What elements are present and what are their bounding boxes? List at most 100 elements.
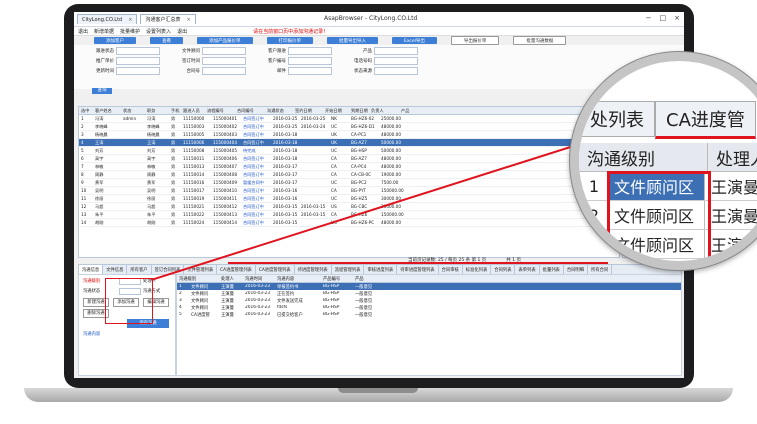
list-item[interactable]: 2 文件顾问 王演曼 2016-03-23 正在签约 BG-HSP 一般意见 [177,290,681,297]
form-input[interactable] [116,47,160,55]
table-cell: 2016-03-16 [273,188,298,193]
form-input[interactable] [374,67,418,75]
form-input[interactable] [374,57,418,65]
table-row[interactable]: 9 黄军 黄军 男 11150016 115000409 暂缓合同中 2016-03-17 UC… [79,179,619,187]
bottom-tab[interactable]: 所有合同 [588,265,613,274]
form-input[interactable] [116,57,160,65]
toolbar-side-button[interactable]: 导出报价单 [450,36,500,45]
column-header[interactable]: 处理人 [219,276,243,282]
column-header[interactable]: 到期日期 [349,108,369,114]
menu-item[interactable]: 退出 [78,28,88,35]
table-row[interactable]: 10 吴明 吴明 男 11150017 115000410 合同签订中 2016-03-16 C… [79,187,619,195]
table-row[interactable]: 2 李晓峰 李晓峰 男 11150003 115000402 合同签订中 2016-03-25… [79,123,619,131]
column-header[interactable]: 负责人 [369,108,399,114]
form-input[interactable] [116,67,160,75]
column-header[interactable]: 职务 [145,108,169,114]
browser-tab-active[interactable]: 沟通客户汇总表 × [140,14,196,24]
form-input[interactable] [288,47,332,55]
table-row[interactable]: 11 徐丽 徐丽 男 11150019 115000411 合同签订中 2016-03-16 U… [79,195,619,203]
bottom-tab[interactable]: CA进度管理列表 [256,265,295,274]
table-row[interactable]: 1 冯涛 admin 冯涛 男 11150000 115000401 合同签订中 2016-03… [79,115,619,123]
toolbar-button[interactable]: Excel导出 [392,37,437,44]
column-header[interactable]: 状态 [121,108,145,114]
table-row[interactable]: 14胡刚胡刚男11150024115000414合同签订中2016-03-15U… [79,219,619,227]
column-header[interactable]: 选中 [79,108,93,114]
menu-item[interactable]: 设置列表入 [146,28,171,35]
table-cell: 115000404 [213,140,237,145]
list-cell: 1 [179,284,182,289]
column-header[interactable]: 开始日期 [323,108,349,114]
form-input[interactable] [202,67,246,75]
table-cell: 48000.00 [381,164,401,169]
bottom-tab[interactable]: 批量列表 [540,265,564,274]
table-row[interactable]: 5 刘芳 刘芳 男 11150008 115000405 待完成 2016-03-18 UC BG… [79,147,619,155]
toolbar-side-button[interactable]: 批量沟通数据 [513,36,567,45]
column-header[interactable]: 跟进人员 [181,108,205,114]
form-input[interactable] [374,47,418,55]
close-icon[interactable]: × [128,17,132,23]
browser-tab[interactable]: CityLong.CO.Ltd × [77,14,138,24]
bottom-tab[interactable]: 合同审核 [439,265,463,274]
form-input[interactable] [202,47,246,55]
form-input[interactable] [202,57,246,65]
column-header[interactable]: 沟通内容 [275,276,321,282]
menu-item[interactable]: 新增单据 [94,28,114,35]
bottom-tab[interactable]: 待审进度管理列表 [397,265,439,274]
table-cell: BG-HZ5 [351,196,368,201]
table-row[interactable]: 12 马超 马超 男 11150021 115000412 合同签订中 2016-03-15 2… [79,203,619,211]
column-header[interactable]: 合同编号 [235,108,265,114]
column-header[interactable]: 沟通级别 [177,276,219,282]
toolbar-button[interactable]: 批量导出导入 [327,37,378,44]
list-item[interactable]: 4 文件顾问 王演曼 2016-03-23 fdsfs BG-HSP 一般意见 [177,304,681,311]
table-row[interactable]: 7 林敏 林敏 男 11150013 115000407 合同签订中 2016-03-17 CA… [79,163,619,171]
table-cell: 2016-03-25 [273,116,298,121]
magnified-highlight [607,171,711,261]
column-header[interactable]: 手机 [169,108,181,114]
table-cell: 115000408 [213,172,237,177]
list-cell: BG-HSP [323,298,340,303]
search-button[interactable]: 查询 [92,88,112,94]
bottom-tab[interactable]: 待进度管理列表 [295,265,332,274]
bottom-tab[interactable]: 所有客户 [127,265,152,274]
bottom-tab[interactable]: CA进度管理列表 [217,265,256,274]
list-cell: 一般意见 [355,312,373,318]
column-header[interactable]: 产品 [353,276,385,282]
bottom-tab[interactable]: 合同明细 [564,265,589,274]
column-header[interactable]: 沟通状态 [265,108,293,114]
toolbar-button[interactable]: 打印报价单 [266,37,313,44]
table-row[interactable]: 4 王涛 王涛 男 11150006 115000404 合同签订中 2016-03-18 UK… [79,139,619,147]
toolbar-button[interactable]: 添加产品报价单 [197,37,253,44]
bottom-tab[interactable]: 流程管理列表 [332,265,365,274]
list-item[interactable]: 3 文件顾问 王演曼 2016-03-23 文件发送完成 BG-HSP 一般意见 [177,297,681,304]
menu-item[interactable]: 退出 [177,28,187,35]
close-icon[interactable]: × [674,14,680,22]
column-header[interactable]: 产品编号 [321,276,353,282]
maximize-icon[interactable]: □ [660,14,667,22]
minimize-icon[interactable]: − [646,14,652,22]
toolbar-button[interactable]: 查看 [150,37,183,44]
toolbar-button[interactable]: 添加客户 [94,37,136,44]
list-cell: 2016-03-23 [245,312,270,317]
bottom-tab[interactable]: 审核进度列表 [364,265,398,274]
column-header[interactable]: 签约日期 [293,108,323,114]
bottom-tab[interactable]: 沟通信息 [79,265,104,274]
bottom-tab[interactable]: 文件信息 [103,265,128,274]
list-item[interactable]: 1 文件顾问 王演曼 2016-03-23 举报签约书 BG-HSP 一般意见 [177,283,681,290]
column-header[interactable]: 流程编号 [205,108,235,114]
table-row[interactable]: 3 杨晓晨 杨晓晨 男 11150005 115000403 合同签订中 2016-03-18… [79,131,619,139]
bottom-tab[interactable]: 标准化列表 [463,265,492,274]
column-header[interactable]: 产品 [399,108,425,114]
list-cell: 2 [179,291,182,296]
table-cell: 10 [81,188,87,193]
bottom-tab[interactable]: 合同列表 [491,265,516,274]
form-input[interactable] [288,67,332,75]
menu-item[interactable]: 批量维护 [120,28,140,35]
table-cell: BG-HZ6-D1 [351,124,375,129]
close-icon[interactable]: × [186,17,190,23]
column-header[interactable]: 客户姓名 [93,108,121,114]
table-row[interactable]: 8 周静 周静 男 11150014 115000408 合同签订中 2016-03-17 CA… [79,171,619,179]
column-header[interactable]: 沟通时间 [243,276,275,282]
list-item[interactable]: 5 CA进度管 王演曼 2016-03-23 已提交给客户 BG-HSP 一般意见 [177,311,681,318]
bottom-tab[interactable]: 表单列表 [515,265,540,274]
form-input[interactable] [288,57,332,65]
